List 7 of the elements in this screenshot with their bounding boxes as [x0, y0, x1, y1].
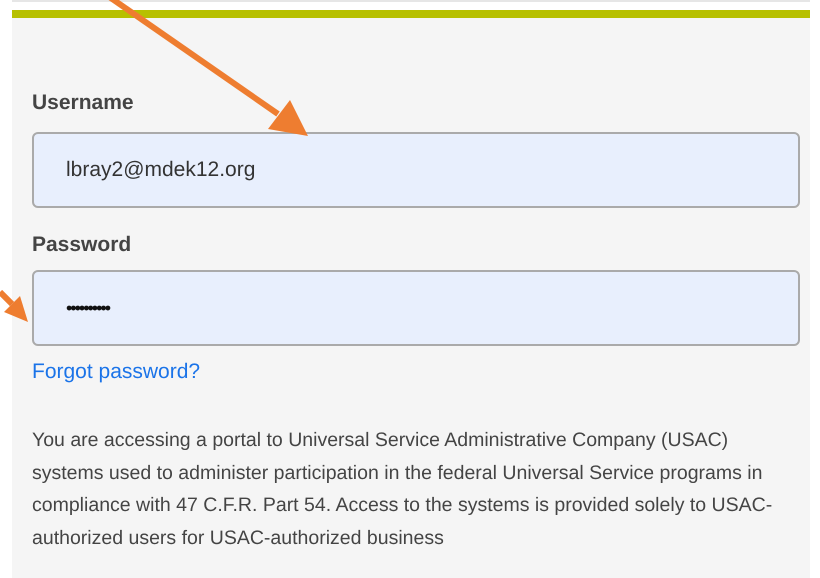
- forgot-password-link[interactable]: Forgot password?: [32, 360, 200, 384]
- password-field[interactable]: ••••••••••: [32, 270, 800, 346]
- notice-text: You are accessing a portal to Universal Service Administrative Company (USAC) systems used to administer participation in the federal Universal Service programs in compliance with 47 C.F.R. Part 54. Access to the systems is provided solely to USAC-authorized users for USAC-authorized business: [32, 428, 774, 550]
- annotation-arrow: [0, 290, 28, 322]
- username-field[interactable]: lbray2@mdek12.org: [32, 132, 800, 208]
- password-label: Password: [32, 232, 132, 258]
- username-label: Username: [32, 90, 134, 116]
